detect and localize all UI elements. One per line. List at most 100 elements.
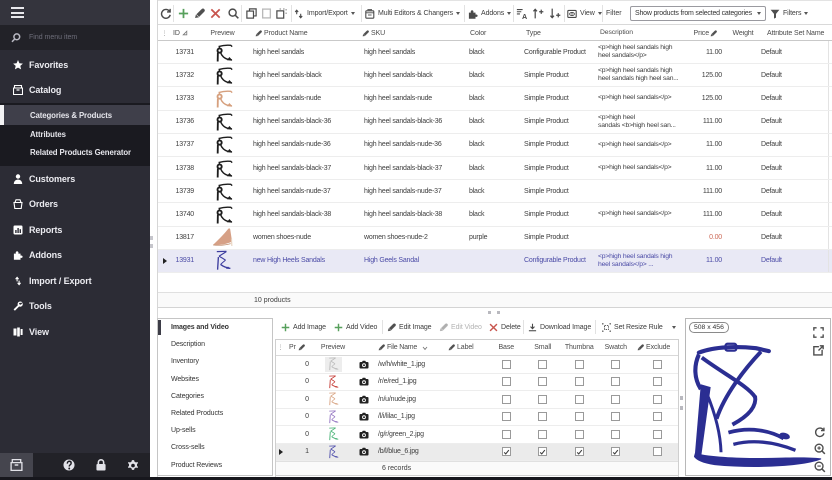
grid-header-name[interactable]: Product Name: [251, 30, 358, 37]
grid-header-weight[interactable]: Weight: [728, 30, 758, 37]
duplicate-button[interactable]: [276, 1, 287, 26]
media-row[interactable]: 0/l/i/lilac_1.jpg: [276, 409, 678, 427]
sort-button[interactable]: [516, 1, 527, 26]
checkbox-exclude[interactable]: [653, 395, 662, 404]
sidebar-item-tools[interactable]: Tools: [0, 294, 150, 320]
sidebar-item-import-export[interactable]: Import / Export: [0, 268, 150, 294]
zoom-in-button[interactable]: [814, 442, 826, 460]
grid-header-preview[interactable]: Preview: [201, 30, 251, 37]
expand-all-button[interactable]: [533, 1, 544, 26]
checkbox-swatch[interactable]: [611, 377, 620, 386]
checkbox-exclude[interactable]: [653, 412, 662, 421]
fullscreen-button[interactable]: [813, 325, 824, 343]
checkbox-small[interactable]: [538, 430, 547, 439]
checkbox-base[interactable]: [502, 447, 511, 456]
filter-dropdown[interactable]: Show products from selected categories: [630, 6, 766, 21]
edit-video-button[interactable]: Edit Video: [439, 318, 482, 336]
sidebar-bottom-archive[interactable]: [0, 453, 33, 477]
grid-header-attr[interactable]: Attribute Set Name: [758, 30, 828, 37]
media-row[interactable]: 0/g/r/green_2.jpg: [276, 426, 678, 444]
checkbox-thumb[interactable]: [575, 447, 584, 456]
sidebar-subitem-attributes[interactable]: Attributes: [0, 125, 150, 144]
media-row[interactable]: 0/n/u/nude.jpg: [276, 391, 678, 409]
add-product-button[interactable]: [178, 1, 189, 26]
media-header-thumb[interactable]: Thumbna: [561, 340, 598, 355]
delete-image-button[interactable]: Delete: [489, 318, 521, 336]
addons-menu[interactable]: Addons: [468, 1, 511, 26]
sidebar-search[interactable]: Find menu item: [0, 25, 150, 50]
import-export-menu[interactable]: Import/Export: [294, 1, 355, 26]
checkbox-swatch[interactable]: [611, 430, 620, 439]
sidebar-bottom-help[interactable]: [62, 453, 75, 477]
checkbox-exclude[interactable]: [653, 377, 662, 386]
product-row[interactable]: 13739high heel sandals-nude-37high heel …: [158, 180, 832, 203]
checkbox-thumb[interactable]: [575, 395, 584, 404]
media-row[interactable]: 0/r/e/red_1.jpg: [276, 374, 678, 392]
sidebar-item-favorites[interactable]: Favorites: [0, 52, 150, 78]
edit-image-button[interactable]: Edit Image: [387, 318, 431, 336]
sidebar-item-customers[interactable]: Customers: [0, 166, 150, 192]
checkbox-swatch[interactable]: [611, 395, 620, 404]
collapse-all-button[interactable]: [550, 1, 561, 26]
tab-description[interactable]: Description: [158, 336, 272, 353]
resize-rule-dropdown[interactable]: [669, 318, 676, 336]
checkbox-base[interactable]: [502, 360, 511, 369]
media-header-swatch[interactable]: Swatch: [598, 340, 635, 355]
download-image-button[interactable]: Download Image: [528, 318, 591, 336]
tab-images-and-video[interactable]: Images and Video: [158, 319, 272, 336]
product-row[interactable]: 13817women shoes-nudewomen shoes-nude-2p…: [158, 227, 832, 250]
product-row[interactable]: 13736high heel sandals-black-36high heel…: [158, 111, 832, 134]
checkbox-base[interactable]: [502, 395, 511, 404]
copy-button[interactable]: [246, 1, 257, 26]
paste-button[interactable]: [261, 1, 272, 26]
checkbox-base[interactable]: [502, 377, 511, 386]
sidebar-item-reports[interactable]: Reports: [0, 217, 150, 243]
tab-inventory[interactable]: Inventory: [158, 353, 272, 370]
grid-header-id[interactable]: ID: [171, 30, 201, 37]
zoom-out-button[interactable]: [814, 460, 826, 478]
media-row[interactable]: 0/w/h/white_1.jpg: [276, 356, 678, 374]
checkbox-base[interactable]: [502, 430, 511, 439]
sidebar-splitter[interactable]: [150, 236, 153, 248]
tab-up-sells[interactable]: Up-sells: [158, 422, 272, 439]
media-row[interactable]: 1/b/l/blue_6.jpg: [276, 444, 678, 462]
media-header-small[interactable]: Small: [525, 340, 562, 355]
horizontal-splitter[interactable]: [488, 311, 500, 314]
checkbox-exclude[interactable]: [653, 430, 662, 439]
edit-product-button[interactable]: [194, 1, 205, 26]
product-row[interactable]: 13733high heel sandals-nudehigh heel san…: [158, 87, 832, 110]
checkbox-thumb[interactable]: [575, 430, 584, 439]
product-row[interactable]: 13740high heel sandals-black-38high heel…: [158, 203, 832, 226]
checkbox-swatch[interactable]: [611, 447, 620, 456]
add-image-button[interactable]: Add Image: [281, 318, 326, 336]
grid-header-color[interactable]: Color: [468, 30, 520, 37]
sidebar-item-view[interactable]: View: [0, 319, 150, 345]
checkbox-small[interactable]: [538, 447, 547, 456]
checkbox-small[interactable]: [538, 360, 547, 369]
refresh-button[interactable]: [160, 1, 171, 26]
grid-header-description[interactable]: Description: [595, 29, 691, 37]
media-header-pr[interactable]: Pr: [285, 340, 314, 355]
product-row[interactable]: 13732high heel sandals-blackhigh heel sa…: [158, 64, 832, 87]
checkbox-small[interactable]: [538, 412, 547, 421]
sidebar-subitem-categories-products[interactable]: Categories & Products: [0, 105, 150, 125]
sidebar-subitem-related-products-generator[interactable]: Related Products Generator: [0, 144, 150, 163]
delete-product-button[interactable]: [210, 1, 221, 26]
multi-editors-menu[interactable]: Multi Editors & Changers: [365, 1, 460, 26]
sidebar-item-catalog[interactable]: Catalog: [0, 78, 150, 104]
media-header-exclude[interactable]: Exclude: [634, 340, 680, 355]
preview-splitter[interactable]: [680, 396, 683, 410]
sidebar-item-addons[interactable]: Addons: [0, 243, 150, 269]
open-external-button[interactable]: [813, 343, 824, 361]
set-resize-rule-button[interactable]: Set Resize Rule: [602, 318, 663, 336]
search-button[interactable]: [228, 1, 239, 26]
view-menu[interactable]: View: [567, 1, 602, 26]
hamburger-menu-icon[interactable]: [11, 7, 24, 18]
checkbox-exclude[interactable]: [653, 360, 662, 369]
grid-header-price[interactable]: Price: [691, 30, 728, 37]
tab-related-products[interactable]: Related Products: [158, 405, 272, 422]
product-row[interactable]: 13731high heel sandalshigh heel sandalsb…: [158, 41, 832, 64]
tab-websites[interactable]: Websites: [158, 371, 272, 388]
checkbox-exclude[interactable]: [653, 447, 662, 456]
media-header-base[interactable]: Base: [488, 340, 525, 355]
